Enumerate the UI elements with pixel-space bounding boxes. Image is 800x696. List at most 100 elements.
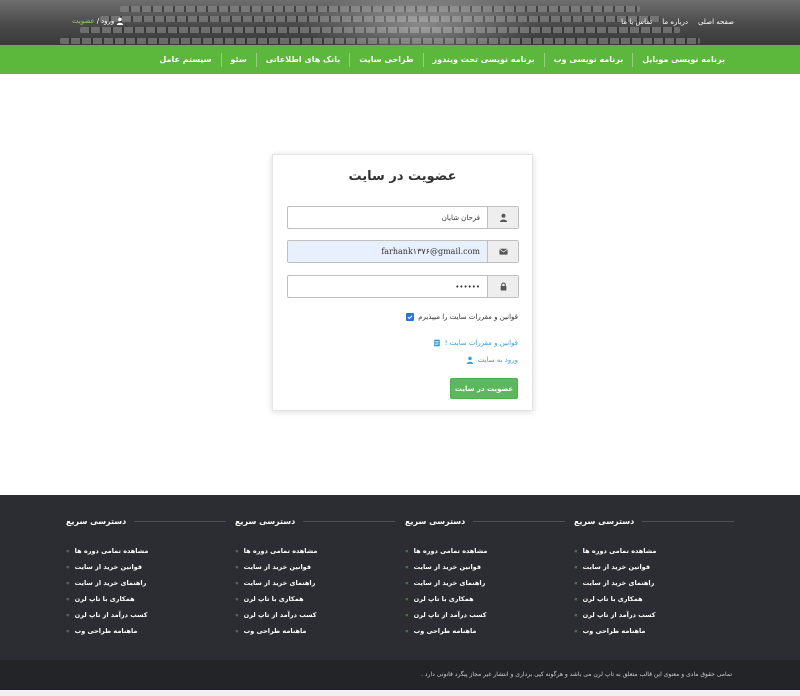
- email-field: [287, 240, 519, 263]
- footer-link[interactable]: » همکاری با تاپ لرن: [405, 591, 565, 607]
- envelope-icon: [498, 248, 508, 255]
- terms-checkbox-label: قوانین و مقررات سایت را میپذیرم: [418, 313, 518, 321]
- login-area: ورود / عضویت: [72, 17, 124, 25]
- login-page-link[interactable]: ورود به سایت: [466, 356, 518, 364]
- footer-link[interactable]: » مشاهده تمامی دوره ها: [405, 543, 565, 559]
- name-field: [287, 206, 519, 229]
- bullet-icon: »: [66, 595, 70, 603]
- check-icon: [407, 315, 413, 320]
- footer-link[interactable]: » قوانین خرید از سایت: [574, 559, 734, 575]
- bullet-icon: »: [405, 547, 409, 555]
- footer-column: دسترسی سریع » مشاهده تمامی دوره ها » قوانی…: [235, 517, 395, 639]
- login-link[interactable]: ورود: [101, 17, 114, 25]
- top-link-contact[interactable]: تماس با ما: [621, 18, 652, 26]
- footer-link[interactable]: » کسب درآمد از تاپ لرن: [235, 607, 395, 623]
- main-nav: برنامه نویسی موبایل برنامه نویسی وب برنا…: [0, 45, 800, 74]
- bullet-icon: »: [66, 579, 70, 587]
- bullet-icon: »: [574, 547, 578, 555]
- footer-link[interactable]: » همکاری با تاپ لرن: [235, 591, 395, 607]
- nav-item-seo[interactable]: سئو: [220, 52, 256, 67]
- name-input[interactable]: [288, 207, 487, 228]
- copyright-text: تمامی حقوق مادی و معنوی این قالب متعلق ب…: [421, 671, 732, 678]
- bullet-icon: »: [235, 579, 239, 587]
- bullet-icon: »: [574, 563, 578, 571]
- footer-link[interactable]: » مشاهده تمامی دوره ها: [235, 543, 395, 559]
- lock-icon: [500, 282, 506, 291]
- footer-link[interactable]: » مشاهده تمامی دوره ها: [574, 543, 734, 559]
- top-links: صفحه اصلی درباره ما تماس با ما: [621, 18, 734, 26]
- footer-column-header: دسترسی سریع: [405, 517, 565, 526]
- footer-link[interactable]: » راهنمای خرید از سایت: [574, 575, 734, 591]
- bullet-icon: »: [66, 547, 70, 555]
- bullet-icon: »: [574, 579, 578, 587]
- bottom-strip: [0, 690, 800, 696]
- bullet-icon: »: [405, 563, 409, 571]
- footer-link[interactable]: » راهنمای خرید از سایت: [235, 575, 395, 591]
- footer-column-header: دسترسی سریع: [66, 517, 226, 526]
- terms-checkbox[interactable]: [406, 313, 415, 321]
- footer-link[interactable]: » ماهنامه طراحی وب: [66, 623, 226, 639]
- footer-link[interactable]: » راهنمای خرید از سایت: [66, 575, 226, 591]
- nav-item-os[interactable]: سیستم عامل: [150, 53, 220, 67]
- bullet-icon: »: [405, 595, 409, 603]
- rules-link-label[interactable]: قوانین و مقررات سایت !: [445, 339, 518, 347]
- nav-item-windows[interactable]: برنامه نویسی تحت ویندوز: [422, 52, 544, 67]
- nav-item-site-design[interactable]: طراحی سایت: [349, 52, 422, 67]
- password-field: [287, 275, 519, 298]
- footer-column-divider: [473, 521, 565, 522]
- bullet-icon: »: [66, 611, 70, 619]
- signup-link[interactable]: عضویت: [72, 17, 95, 25]
- bullet-icon: »: [574, 627, 578, 635]
- bullet-icon: »: [405, 611, 409, 619]
- hero-shine: [300, 0, 540, 45]
- nav-item-databases[interactable]: بانک های اطلاعاتی: [255, 52, 350, 67]
- footer-column-divider: [303, 521, 395, 522]
- footer-link[interactable]: » مشاهده تمامی دوره ها: [66, 543, 226, 559]
- password-input[interactable]: [288, 276, 487, 297]
- footer-column: دسترسی سریع » مشاهده تمامی دوره ها » قوانی…: [405, 517, 565, 639]
- footer-link[interactable]: » راهنمای خرید از سایت: [405, 575, 565, 591]
- signup-submit-button[interactable]: عضویت در سایت: [450, 378, 518, 399]
- user-icon: [117, 17, 124, 25]
- footer-link[interactable]: » ماهنامه طراحی وب: [574, 623, 734, 639]
- footer-column-divider: [642, 521, 734, 522]
- card-title: عضویت در سایت: [348, 169, 457, 184]
- bullet-icon: »: [235, 627, 239, 635]
- login-page-link-label[interactable]: ورود به سایت: [478, 356, 518, 364]
- footer-column: دسترسی سریع » مشاهده تمامی دوره ها » قوانی…: [66, 517, 226, 639]
- document-icon: [433, 339, 440, 347]
- footer-link[interactable]: » قوانین خرید از سایت: [66, 559, 226, 575]
- header-hero: صفحه اصلی درباره ما تماس با ما ورود / عض…: [0, 0, 800, 45]
- top-link-home[interactable]: صفحه اصلی: [698, 18, 734, 26]
- rules-link[interactable]: قوانین و مقررات سایت !: [433, 339, 518, 347]
- nav-item-mobile[interactable]: برنامه نویسی موبایل: [632, 52, 734, 67]
- footer-column-title: دسترسی سریع: [574, 517, 635, 526]
- email-input[interactable]: [288, 241, 487, 262]
- user-icon: [466, 356, 473, 364]
- footer-column-title: دسترسی سریع: [405, 517, 466, 526]
- footer-column-header: دسترسی سریع: [574, 517, 734, 526]
- footer-link[interactable]: » همکاری با تاپ لرن: [66, 591, 226, 607]
- footer-link[interactable]: » کسب درآمد از تاپ لرن: [66, 607, 226, 623]
- top-link-about[interactable]: درباره ما: [662, 18, 688, 26]
- footer-link[interactable]: » کسب درآمد از تاپ لرن: [574, 607, 734, 623]
- footer-link[interactable]: » کسب درآمد از تاپ لرن: [405, 607, 565, 623]
- footer-link[interactable]: » ماهنامه طراحی وب: [235, 623, 395, 639]
- copyright-bar: تمامی حقوق مادی و معنوی این قالب متعلق ب…: [0, 660, 800, 690]
- footer-column-header: دسترسی سریع: [235, 517, 395, 526]
- footer-column-title: دسترسی سریع: [235, 517, 296, 526]
- footer-column-divider: [134, 521, 226, 522]
- footer-link[interactable]: » همکاری با تاپ لرن: [574, 591, 734, 607]
- email-field-addon: [487, 241, 518, 262]
- terms-checkbox-row[interactable]: قوانین و مقررات سایت را میپذیرم: [406, 313, 518, 321]
- footer: دسترسی سریع » مشاهده تمامی دوره ها » قوانی…: [0, 495, 800, 660]
- bullet-icon: »: [574, 611, 578, 619]
- footer-link[interactable]: » قوانین خرید از سایت: [235, 559, 395, 575]
- bullet-icon: »: [405, 579, 409, 587]
- footer-link[interactable]: » قوانین خرید از سایت: [405, 559, 565, 575]
- nav-item-web[interactable]: برنامه نویسی وب: [543, 52, 633, 67]
- footer-link[interactable]: » ماهنامه طراحی وب: [405, 623, 565, 639]
- footer-column: دسترسی سریع » مشاهده تمامی دوره ها » قوانی…: [574, 517, 734, 639]
- bullet-icon: »: [235, 563, 239, 571]
- bullet-icon: »: [235, 611, 239, 619]
